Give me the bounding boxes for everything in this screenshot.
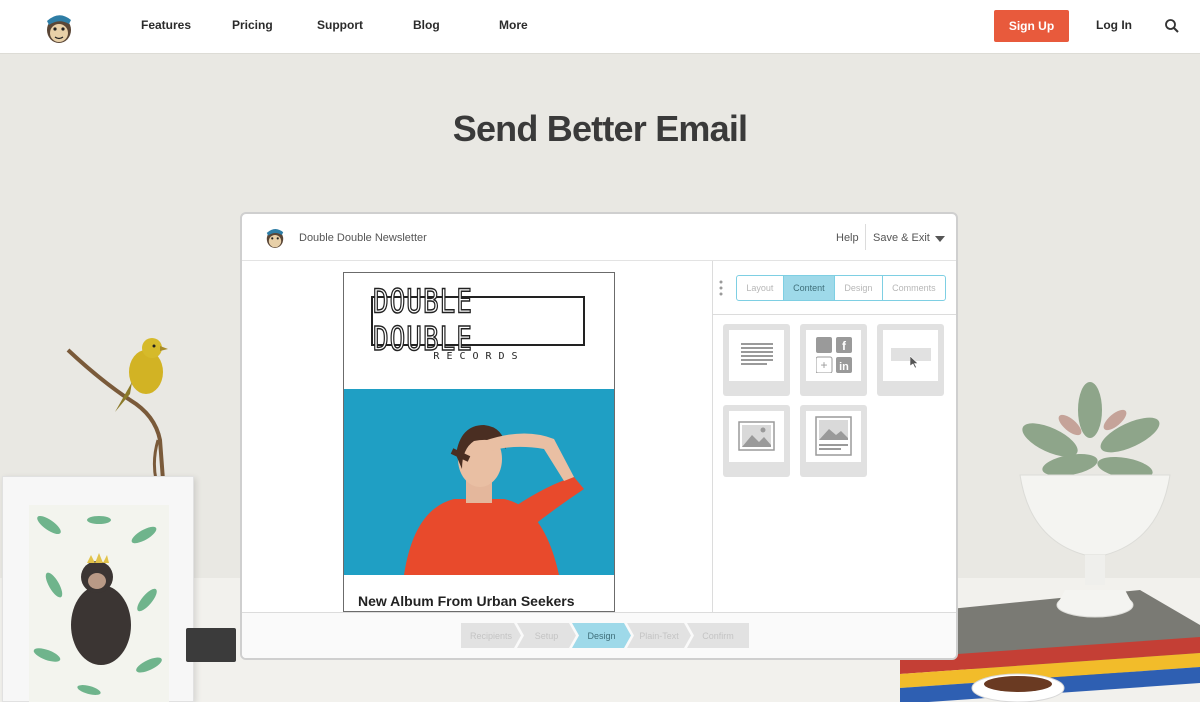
svg-text:+: +	[820, 358, 827, 372]
image-block-icon	[738, 421, 775, 451]
succulent-plant-illustration	[1019, 382, 1171, 618]
nav-link-blog[interactable]: Blog	[413, 18, 440, 32]
editor-tabs: Layout Content Design Comments	[736, 275, 946, 301]
sign-up-button[interactable]: Sign Up	[994, 10, 1069, 42]
nav-link-support[interactable]: Support	[317, 18, 363, 32]
tab-design[interactable]: Design	[835, 276, 883, 300]
block-card	[883, 330, 938, 381]
email-headline: New Album From Urban Seekers	[358, 593, 575, 609]
brand-subtitle: RECORDS	[433, 351, 525, 362]
step-design[interactable]: Design	[572, 623, 631, 648]
content-block-text[interactable]	[723, 324, 790, 396]
save-and-exit-button[interactable]: Save & Exit	[873, 232, 930, 244]
image-card-block-icon	[815, 416, 852, 456]
text-block-icon	[741, 343, 773, 365]
content-block-image[interactable]	[723, 405, 790, 477]
mailchimp-logo[interactable]	[40, 8, 78, 46]
dark-book-stack	[186, 628, 236, 662]
nav-link-more[interactable]: More	[499, 18, 528, 32]
campaign-title: Double Double Newsletter	[299, 232, 427, 244]
svg-text:in: in	[839, 361, 849, 373]
block-card: f + in	[806, 330, 861, 381]
step-recipients[interactable]: Recipients	[461, 623, 521, 648]
drag-handle-icon[interactable]	[719, 280, 723, 296]
picture-frame	[2, 476, 194, 702]
help-link[interactable]: Help	[836, 232, 859, 244]
block-card	[729, 330, 784, 381]
hero-photo[interactable]	[344, 389, 614, 575]
editor-header: Double Double Newsletter Help Save & Exi…	[242, 214, 956, 261]
step-setup[interactable]: Setup	[517, 623, 576, 648]
content-block-social[interactable]: f + in	[800, 324, 867, 396]
tab-content[interactable]: Content	[783, 276, 836, 300]
block-card	[806, 411, 861, 462]
block-card	[729, 411, 784, 462]
monkey-artwork	[29, 505, 169, 702]
tab-layout[interactable]: Layout	[737, 276, 784, 300]
social-share-icon: f + in	[816, 337, 852, 373]
header-separator	[865, 224, 866, 250]
brand-name: DOUBLE DOUBLE	[372, 283, 473, 360]
step-confirm[interactable]: Confirm	[687, 623, 749, 648]
nav-link-features[interactable]: Features	[141, 18, 191, 32]
search-icon[interactable]	[1164, 18, 1180, 34]
brand-logo-box: DOUBLE DOUBLE	[371, 283, 585, 359]
bird-on-branch-illustration	[66, 338, 168, 480]
top-navigation: Features Pricing Support Blog More Sign …	[0, 0, 1200, 54]
panel-line	[713, 314, 956, 315]
nav-link-pricing[interactable]: Pricing	[232, 18, 273, 32]
step-plain-text[interactable]: Plain-Text	[627, 623, 691, 648]
campaign-steps-bar: Recipients Setup Design Plain-Text Confi…	[242, 612, 956, 658]
chevron-down-icon[interactable]	[935, 236, 945, 242]
mailchimp-logo-small	[266, 228, 284, 248]
email-preview[interactable]: DOUBLE DOUBLE RECORDS New Album From Urb…	[343, 272, 615, 612]
hero-title: Send Better Email	[452, 108, 748, 149]
content-block-button[interactable]	[877, 324, 944, 396]
email-editor-window: Double Double Newsletter Help Save & Exi…	[240, 212, 958, 660]
log-in-link[interactable]: Log In	[1096, 18, 1132, 32]
cursor-icon	[910, 356, 919, 369]
content-block-image-card[interactable]	[800, 405, 867, 477]
tab-comments[interactable]: Comments	[883, 276, 945, 300]
